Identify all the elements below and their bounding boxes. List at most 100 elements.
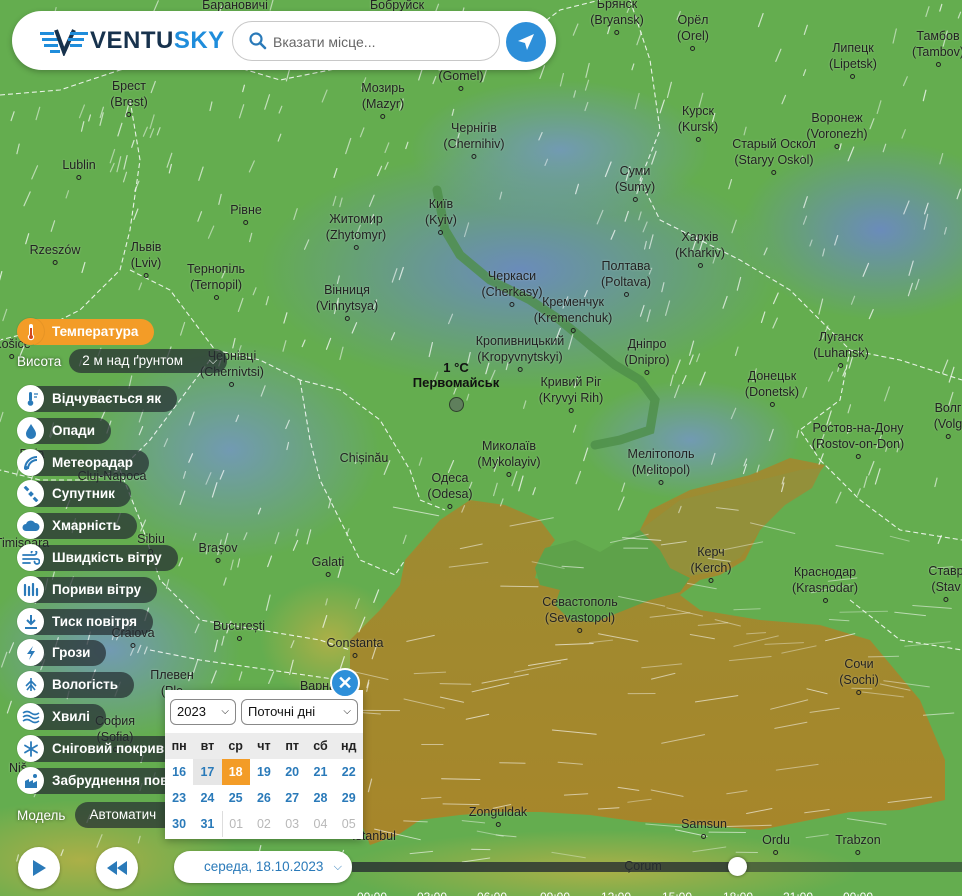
calendar-day[interactable]: 21 xyxy=(306,759,334,785)
city-sevastopol[interactable]: Севастополь (Sevastopol) xyxy=(542,594,618,633)
city-poltava[interactable]: Полтава (Poltava) xyxy=(601,258,651,297)
city-zonguldak[interactable]: Zonguldak xyxy=(469,804,527,827)
calendar-close-button[interactable]: ✕ xyxy=(330,668,360,698)
city-kerch[interactable]: Керч (Kerch) xyxy=(691,544,731,583)
layer-waves[interactable]: Хвилі xyxy=(17,703,106,730)
city-kryvyirih[interactable]: Кривий Ріг (Kryvyi Rih) xyxy=(539,374,603,413)
city-oskol[interactable]: Старый Оскол (Staryy Oskol) xyxy=(732,136,816,175)
calendar-day[interactable]: 29 xyxy=(335,785,363,811)
city-orel[interactable]: Орёл (Orel) xyxy=(677,12,709,51)
geolocate-button[interactable] xyxy=(506,22,546,62)
city-trabzon[interactable]: Trabzon xyxy=(835,832,881,855)
calendar-day[interactable]: 19 xyxy=(250,759,278,785)
city-galati[interactable]: Galati xyxy=(312,554,344,577)
calendar-day[interactable]: 16 xyxy=(165,759,193,785)
city-kursk[interactable]: Курск (Kursk) xyxy=(678,103,718,142)
ventusky-logo[interactable]: VENTUSKY xyxy=(40,24,225,58)
calendar-day[interactable]: 30 xyxy=(165,811,193,837)
city-rivne[interactable]: Рівне xyxy=(230,202,262,225)
layer-drop[interactable]: Опади xyxy=(17,417,112,444)
date-selector-button[interactable]: середа, 18.10.2023 ⌵ xyxy=(174,851,352,883)
city-ternopil[interactable]: Тернопіль (Ternopil) xyxy=(187,261,245,300)
city-dot xyxy=(614,30,620,35)
calendar-day[interactable]: 26 xyxy=(250,785,278,811)
layer-pressure[interactable]: Тиск повітря xyxy=(17,608,154,635)
layer-gusts[interactable]: Пориви вітру xyxy=(17,576,158,603)
city-brasov[interactable]: Brașov xyxy=(199,540,237,563)
city-tambov[interactable]: Тамбов (Tambov) xyxy=(912,28,962,67)
city-name: Донецьк xyxy=(747,369,797,383)
city-mykolayiv[interactable]: Миколаїв (Mykolayiv) xyxy=(477,438,541,477)
city-vinnytsya[interactable]: Вінниця (Vinnytsya) xyxy=(316,282,378,321)
city-lipetsk[interactable]: Липецк (Lipetsk) xyxy=(829,40,877,79)
calendar-day[interactable]: 24 xyxy=(193,785,221,811)
timeline-tick-label: 15:00 xyxy=(662,890,692,896)
layer-temperature[interactable]: Температура xyxy=(17,318,155,345)
layer-radar[interactable]: Метеорадар xyxy=(17,449,150,476)
city-constanta[interactable]: Constanta xyxy=(327,635,383,658)
city-kyiv[interactable]: Київ (Kyiv) xyxy=(425,196,457,235)
city-mazyr[interactable]: Мозирь (Mazyr) xyxy=(361,80,405,119)
city-bucuresti[interactable]: București xyxy=(213,618,265,641)
calendar-day[interactable]: 22 xyxy=(335,759,363,785)
layer-feels-like[interactable]: Відчувається як xyxy=(17,385,178,412)
layer-snowflake[interactable]: Сніговий покрив xyxy=(17,735,180,762)
selected-location[interactable]: 1 °C Первомайськ xyxy=(412,360,500,412)
height-select[interactable]: 2 м над ґрунтом ⌵ xyxy=(69,349,228,373)
timeline-track[interactable] xyxy=(352,862,962,872)
layer-lightning[interactable]: Грози xyxy=(17,639,107,666)
calendar-day[interactable]: 31 xyxy=(193,811,221,837)
city-name: Тамбов xyxy=(916,29,960,43)
city-dnipro[interactable]: Дніпро (Dnipro) xyxy=(624,336,670,375)
layer-humidity[interactable]: Вологість xyxy=(17,671,135,698)
city-samsun[interactable]: Samsun xyxy=(681,816,727,839)
city-stavropol[interactable]: Ставр (Stav xyxy=(928,563,962,602)
city-luhansk[interactable]: Луганск (Luhansk) xyxy=(813,329,869,368)
location-marker[interactable] xyxy=(448,397,464,412)
city-brest[interactable]: Брест (Brest) xyxy=(110,78,148,117)
calendar-day[interactable]: 27 xyxy=(278,785,306,811)
search-box[interactable] xyxy=(232,21,500,61)
city-volgograd[interactable]: Волг (Volg xyxy=(934,400,962,439)
calendar-day[interactable]: 17 xyxy=(193,759,222,785)
city-sochi[interactable]: Сочи (Sochi) xyxy=(839,656,879,695)
city-name: Ставр xyxy=(928,564,962,578)
calendar-day[interactable]: 20 xyxy=(278,759,306,785)
city-bryansk[interactable]: Брянск (Bryansk) xyxy=(590,0,644,35)
city-kremenchuk[interactable]: Кременчук (Kremenchuk) xyxy=(534,294,612,333)
search-input[interactable] xyxy=(273,30,493,54)
calendar-day[interactable]: 28 xyxy=(306,785,334,811)
city-rzeszow[interactable]: Rzeszów xyxy=(30,242,80,265)
city-gomel[interactable]: (Gomel) xyxy=(438,68,484,91)
city-lublin[interactable]: Lublin xyxy=(62,157,96,180)
city-zhytomyr[interactable]: Житомир (Zhytomyr) xyxy=(326,211,386,250)
play-button[interactable] xyxy=(18,847,60,889)
calendar-day[interactable]: 18 xyxy=(221,759,250,785)
calendar-day[interactable]: 23 xyxy=(165,785,193,811)
city-krasnodar[interactable]: Краснодар (Krasnodar) xyxy=(792,564,858,603)
calendar-day[interactable]: 25 xyxy=(222,785,250,811)
city-lviv[interactable]: Львів (Lviv) xyxy=(131,239,161,278)
weekday-label: вт xyxy=(200,739,215,753)
rewind-button[interactable] xyxy=(96,847,138,889)
model-select[interactable]: Автоматич xyxy=(75,802,172,828)
city-name: Тернопіль xyxy=(186,262,246,276)
city-kharkiv[interactable]: Харків (Kharkiv) xyxy=(675,229,725,268)
city-chernihiv[interactable]: Чернігів (Chernihiv) xyxy=(443,120,505,159)
city-sumy[interactable]: Суми (Sumy) xyxy=(615,163,655,202)
city-name: Ростов-на-Дону xyxy=(812,421,904,435)
range-select[interactable]: Поточні дні ⌵ xyxy=(241,699,358,725)
timeline-handle[interactable] xyxy=(728,857,747,876)
city-chisinau[interactable]: Chișinău xyxy=(340,450,389,466)
year-select[interactable]: 2023 ⌵ xyxy=(170,699,236,725)
city-odesa[interactable]: Одеса (Odesa) xyxy=(427,470,473,509)
layer-wind[interactable]: Швидкість вітру xyxy=(17,544,178,571)
city-melitopol[interactable]: Мелітополь (Melitopol) xyxy=(628,446,694,485)
city-donetsk[interactable]: Донецьк (Donetsk) xyxy=(745,368,799,407)
city-rostov[interactable]: Ростов-на-Дону (Rostov-on-Don) xyxy=(812,420,904,459)
layer-cloud[interactable]: Хмарність xyxy=(17,512,137,539)
layer-pollution[interactable]: Забруднення пов xyxy=(17,767,185,794)
city-ordu[interactable]: Ordu xyxy=(762,832,790,855)
layer-satellite[interactable]: Супутник xyxy=(17,480,131,507)
timeline-tick-label: 00:00 xyxy=(357,890,387,896)
